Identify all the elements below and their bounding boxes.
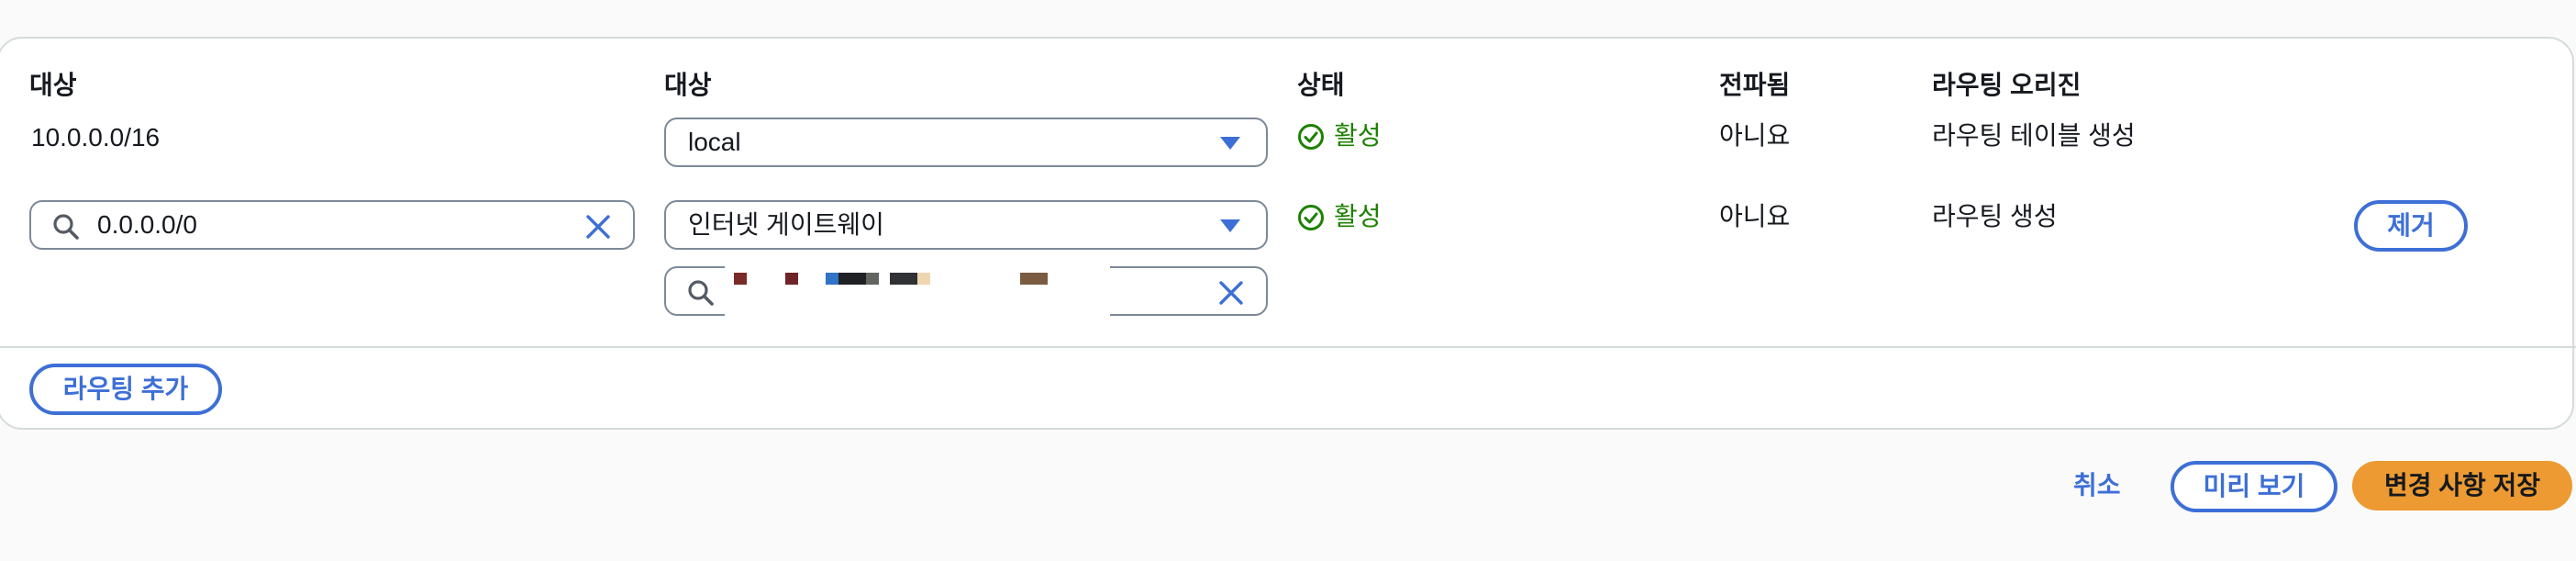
row-2-route-origin: 라우팅 생성 xyxy=(1932,202,2058,230)
redacted-block xyxy=(917,273,930,285)
row-2-destination-input[interactable]: 0.0.0.0/0 xyxy=(29,200,635,250)
column-header-destination: 대상 xyxy=(29,71,77,99)
cancel-button[interactable]: 취소 xyxy=(2073,467,2121,504)
row-1-propagated: 아니요 xyxy=(1719,121,1791,150)
row-1-target-select[interactable]: local xyxy=(664,118,1268,167)
search-icon xyxy=(53,214,79,240)
row-1-target-value: local xyxy=(688,128,741,156)
redacted-block xyxy=(1020,273,1048,285)
remove-route-button[interactable]: 제거 xyxy=(2354,200,2468,252)
save-changes-button[interactable]: 변경 사항 저장 xyxy=(2352,461,2572,511)
row-1-status-text: 활성 xyxy=(1334,121,1382,150)
add-route-button[interactable]: 라우팅 추가 xyxy=(29,364,222,415)
redacted-block xyxy=(838,273,866,285)
column-header-status: 상태 xyxy=(1297,71,1345,99)
redacted-block xyxy=(866,273,879,285)
redacted-block xyxy=(890,273,917,285)
row-2-target-value: 인터넷 게이트웨이 xyxy=(688,210,884,239)
column-header-target: 대상 xyxy=(664,71,712,99)
row-2-target-select[interactable]: 인터넷 게이트웨이 xyxy=(664,200,1268,250)
column-header-propagated: 전파됨 xyxy=(1719,71,1791,99)
row-1-route-origin: 라우팅 테이블 생성 xyxy=(1932,121,2136,150)
row-1-destination: 10.0.0.0/16 xyxy=(31,123,161,151)
close-icon[interactable] xyxy=(583,212,613,241)
search-icon xyxy=(688,280,714,306)
row-2-propagated: 아니요 xyxy=(1719,202,1791,230)
check-circle-icon xyxy=(1298,205,1324,230)
row-2-destination-value: 0.0.0.0/0 xyxy=(97,210,197,239)
target-dropdown-popup xyxy=(725,250,1110,353)
caret-down-icon xyxy=(1220,219,1240,232)
row-2-status-text: 활성 xyxy=(1334,202,1382,230)
section-divider xyxy=(0,346,2576,348)
redacted-block xyxy=(785,273,798,285)
redacted-block xyxy=(826,273,838,285)
check-circle-icon xyxy=(1298,124,1324,150)
redacted-block xyxy=(734,273,747,285)
column-header-route-origin: 라우팅 오리진 xyxy=(1932,71,2082,99)
preview-button[interactable]: 미리 보기 xyxy=(2171,461,2337,512)
caret-down-icon xyxy=(1220,137,1240,150)
close-icon[interactable] xyxy=(1216,278,1246,308)
